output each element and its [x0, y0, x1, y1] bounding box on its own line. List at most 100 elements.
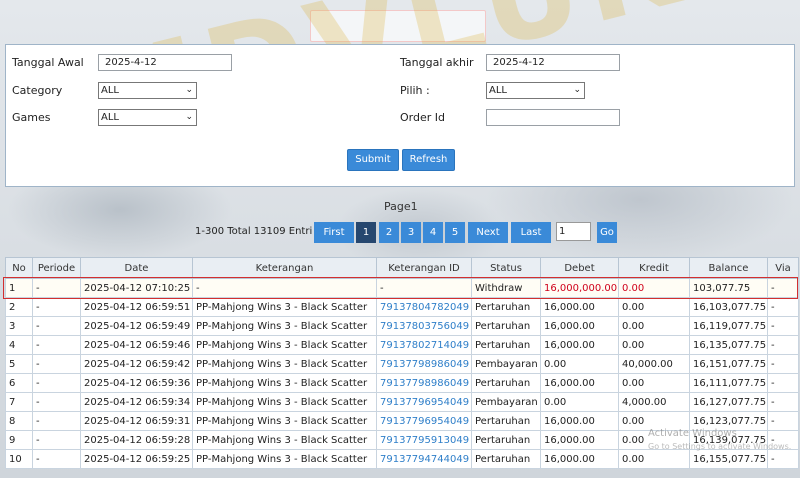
cell-no: 3: [5, 316, 33, 336]
page-button-1[interactable]: 1: [356, 222, 376, 243]
cell-date: 2025-04-12 06:59:51: [80, 297, 193, 317]
cell-no: 10: [5, 449, 33, 469]
table-header-row: No Periode Date Keterangan Keterangan ID…: [5, 257, 799, 279]
col-no[interactable]: No: [5, 257, 33, 279]
col-periode[interactable]: Periode: [32, 257, 81, 279]
cell-via: -: [767, 449, 799, 469]
table-row[interactable]: 3-2025-04-12 06:59:49 PP-Mahjong Wins 3 -…: [5, 316, 799, 336]
cell-periode: -: [32, 430, 81, 450]
col-keterangan-id[interactable]: Keterangan ID: [376, 257, 472, 279]
table-row[interactable]: 2-2025-04-12 06:59:51 PP-Mahjong Wins 3 -…: [5, 297, 799, 317]
cell-via: -: [767, 278, 799, 298]
cell-keterangan-id[interactable]: 79137802714049: [376, 335, 472, 355]
cell-periode: -: [32, 373, 81, 393]
cell-keterangan-id[interactable]: 79137796954049: [376, 392, 472, 412]
cell-kredit: 0.00: [618, 297, 690, 317]
cell-debet: 16,000.00: [540, 449, 619, 469]
cell-keterangan-id[interactable]: 79137794744049: [376, 449, 472, 469]
cell-via: -: [767, 411, 799, 431]
cell-keterangan: -: [192, 278, 377, 298]
order-id-input[interactable]: [486, 109, 620, 126]
cell-periode: -: [32, 392, 81, 412]
cell-no: 6: [5, 373, 33, 393]
col-date[interactable]: Date: [80, 257, 193, 279]
col-status[interactable]: Status: [471, 257, 541, 279]
cell-keterangan: PP-Mahjong Wins 3 - Black Scatter: [192, 411, 377, 431]
cell-keterangan-id[interactable]: 79137803756049: [376, 316, 472, 336]
table-row[interactable]: 6-2025-04-12 06:59:36 PP-Mahjong Wins 3 -…: [5, 373, 799, 393]
cell-kredit: 0.00: [618, 278, 690, 298]
cell-keterangan-id[interactable]: 79137798986049: [376, 354, 472, 374]
tanggal-awal-label: Tanggal Awal: [12, 56, 84, 69]
page-button-3[interactable]: 3: [401, 222, 421, 243]
col-via[interactable]: Via: [767, 257, 799, 279]
cell-status: Pembayaran: [471, 354, 541, 374]
table-row[interactable]: 10-2025-04-12 06:59:25 PP-Mahjong Wins 3 …: [5, 449, 799, 469]
submit-button[interactable]: Submit: [347, 149, 399, 171]
cell-no: 5: [5, 354, 33, 374]
cell-debet: 16,000.00: [540, 316, 619, 336]
table-row[interactable]: 4-2025-04-12 06:59:46 PP-Mahjong Wins 3 -…: [5, 335, 799, 355]
page-button-4[interactable]: 4: [423, 222, 443, 243]
page-indicator: Page1: [384, 200, 418, 213]
cell-status: Pertaruhan: [471, 430, 541, 450]
col-balance[interactable]: Balance: [689, 257, 768, 279]
cell-periode: -: [32, 354, 81, 374]
col-kredit[interactable]: Kredit: [618, 257, 690, 279]
cell-periode: -: [32, 449, 81, 469]
top-header-box: [310, 10, 486, 42]
first-page-button[interactable]: First: [314, 222, 354, 243]
cell-kredit: 0.00: [618, 316, 690, 336]
category-select-value: ALL: [101, 85, 119, 96]
pilih-select[interactable]: ALL ⌄: [486, 82, 585, 99]
tanggal-awal-input[interactable]: 2025-4-12: [98, 54, 232, 71]
page-button-5[interactable]: 5: [445, 222, 465, 243]
cell-status: Pertaruhan: [471, 449, 541, 469]
last-page-button[interactable]: Last: [511, 222, 551, 243]
table-row[interactable]: 1-2025-04-12 07:10:25- - Withdraw 16,000,00…: [5, 278, 799, 298]
category-select[interactable]: ALL ⌄: [98, 82, 197, 99]
page-number-input[interactable]: 1: [556, 222, 591, 241]
cell-balance: 16,111,077.75: [689, 373, 768, 393]
col-debet[interactable]: Debet: [540, 257, 619, 279]
cell-date: 2025-04-12 06:59:49: [80, 316, 193, 336]
cell-keterangan-id: -: [376, 278, 472, 298]
tanggal-akhir-input[interactable]: 2025-4-12: [486, 54, 620, 71]
cell-via: -: [767, 316, 799, 336]
cell-via: -: [767, 335, 799, 355]
next-page-button[interactable]: Next: [468, 222, 508, 243]
cell-keterangan-id[interactable]: 79137798986049: [376, 373, 472, 393]
cell-periode: -: [32, 278, 81, 298]
pilih-label: Pilih :: [400, 84, 430, 97]
cell-kredit: 4,000.00: [618, 392, 690, 412]
cell-periode: -: [32, 316, 81, 336]
cell-status: Pertaruhan: [471, 316, 541, 336]
cell-keterangan: PP-Mahjong Wins 3 - Black Scatter: [192, 373, 377, 393]
cell-keterangan-id[interactable]: 79137795913049: [376, 430, 472, 450]
cell-debet: 16,000.00: [540, 297, 619, 317]
cell-debet: 16,000.00: [540, 335, 619, 355]
cell-periode: -: [32, 411, 81, 431]
cell-kredit: 0.00: [618, 449, 690, 469]
cell-keterangan-id[interactable]: 79137804782049: [376, 297, 472, 317]
cell-via: -: [767, 373, 799, 393]
table-row[interactable]: 7-2025-04-12 06:59:34 PP-Mahjong Wins 3 -…: [5, 392, 799, 412]
cell-date: 2025-04-12 06:59:42: [80, 354, 193, 374]
games-select[interactable]: ALL ⌄: [98, 109, 197, 126]
category-label: Category: [12, 84, 63, 97]
col-keterangan[interactable]: Keterangan: [192, 257, 377, 279]
cell-no: 8: [5, 411, 33, 431]
chevron-down-icon: ⌄: [573, 85, 581, 95]
cell-keterangan-id[interactable]: 79137796954049: [376, 411, 472, 431]
cell-periode: -: [32, 335, 81, 355]
go-button[interactable]: Go: [597, 222, 617, 243]
cell-date: 2025-04-12 06:59:46: [80, 335, 193, 355]
tanggal-akhir-label: Tanggal akhir: [400, 56, 474, 69]
refresh-button[interactable]: Refresh: [402, 149, 455, 171]
cell-no: 2: [5, 297, 33, 317]
page-button-2[interactable]: 2: [379, 222, 399, 243]
cell-no: 1: [5, 278, 33, 298]
table-row[interactable]: 5-2025-04-12 06:59:42 PP-Mahjong Wins 3 -…: [5, 354, 799, 374]
cell-date: 2025-04-12 06:59:34: [80, 392, 193, 412]
cell-keterangan: PP-Mahjong Wins 3 - Black Scatter: [192, 297, 377, 317]
